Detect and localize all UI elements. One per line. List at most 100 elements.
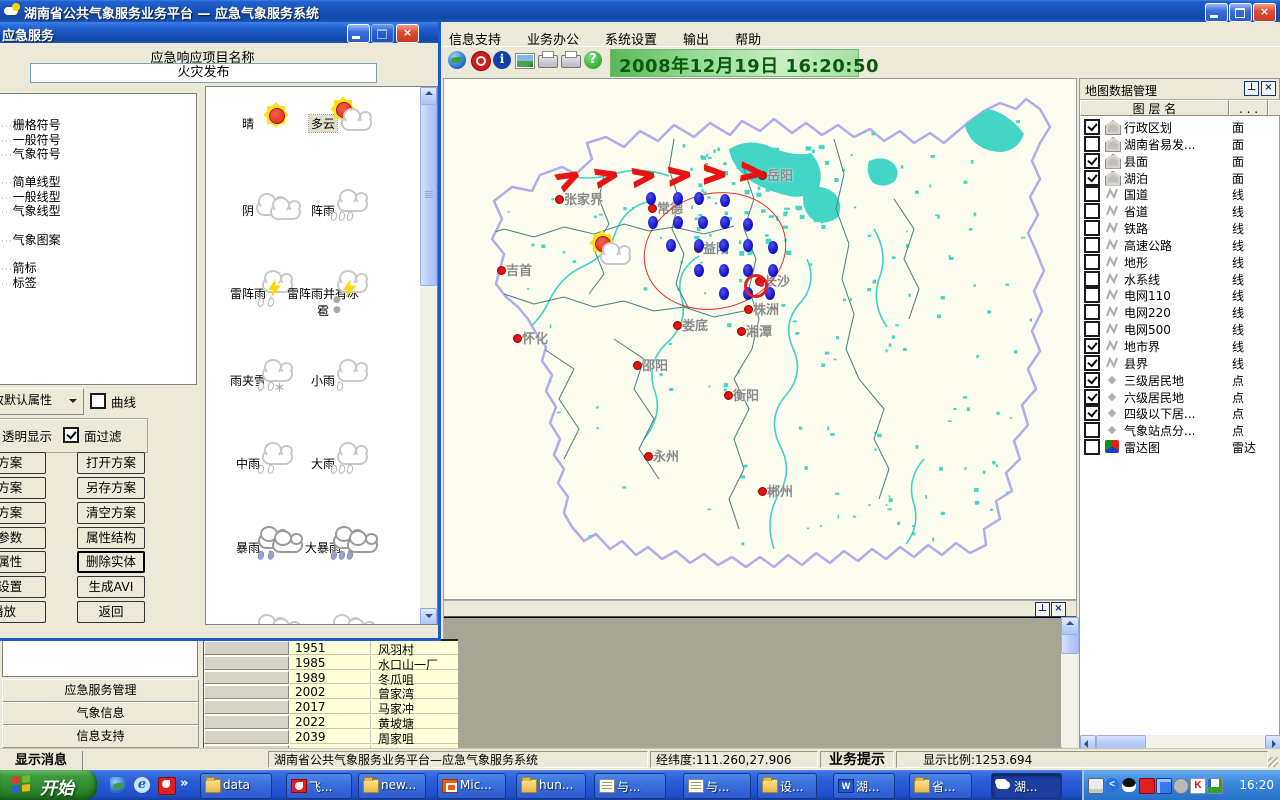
mute-icon[interactable]	[1173, 778, 1189, 794]
image-icon[interactable]	[515, 53, 535, 69]
dialog-button-属性结构[interactable]: 属性结构	[77, 527, 145, 549]
layer-row[interactable]: 县界线	[1080, 354, 1279, 371]
station-table[interactable]: 1951风羽村1985水口山一厂1989冬瓜咀2002曾家湾2017马家冲202…	[203, 639, 458, 748]
close-icon[interactable]: ×	[1261, 81, 1276, 96]
layer-checkbox[interactable]	[1084, 254, 1100, 270]
layer-row[interactable]: 水系线线	[1080, 270, 1279, 287]
layer-row[interactable]: 雷达图雷达	[1080, 438, 1279, 455]
pin-icon[interactable]: ⊥	[1244, 81, 1259, 96]
layer-row[interactable]: 行政区划面	[1080, 118, 1279, 135]
layer-row[interactable]: 电网500线	[1080, 320, 1279, 337]
layer-checkbox[interactable]	[1084, 237, 1100, 253]
printer2-icon[interactable]	[561, 55, 581, 68]
tree-node[interactable]: 号	[0, 104, 196, 118]
taskbar-task-8[interactable]: W湖...	[833, 773, 895, 799]
face-filter-row[interactable]: 面过滤	[63, 426, 122, 445]
layer-row[interactable]: ◆六级居民地点	[1080, 388, 1279, 405]
layer-checkbox[interactable]	[1084, 389, 1100, 405]
weather-symbol-list[interactable]: 晴多云阴阵雨雷阵雨● ●雷阵雨并有冰雹＊雨夹雪小雨中雨大雨暴雨大暴雨	[205, 86, 438, 625]
layer-checkbox[interactable]	[1084, 153, 1100, 169]
symbol-小雨[interactable]: 小雨	[281, 352, 365, 389]
show-message-tab[interactable]: 显示消息	[0, 751, 83, 770]
left-panel-button-0[interactable]: 应急服务管理	[2, 679, 199, 702]
pin-icon[interactable]: ⊥	[1035, 602, 1050, 617]
taskbar-task-0[interactable]: data	[200, 773, 272, 799]
start-button[interactable]: 开始	[0, 770, 97, 800]
face-filter-checkbox[interactable]	[63, 427, 79, 443]
tree-leaf[interactable]: ···简单线型	[0, 175, 196, 189]
transparent-label[interactable]: 透明显示	[2, 426, 52, 445]
printer-icon[interactable]	[538, 55, 558, 68]
fetion-icon[interactable]	[158, 777, 176, 795]
layer-checkbox[interactable]	[1084, 220, 1100, 236]
table-row[interactable]: 1951风羽村	[204, 641, 458, 656]
layer-checkbox[interactable]	[1084, 372, 1100, 388]
symbol-阴[interactable]: 阴	[206, 182, 290, 219]
layer-checkbox[interactable]	[1084, 203, 1100, 219]
globe-icon[interactable]	[448, 51, 466, 69]
table-row[interactable]: 2017马家冲	[204, 700, 458, 715]
layer-row[interactable]: 地形线	[1080, 253, 1279, 270]
taskbar-task-4[interactable]: hun...	[516, 773, 586, 799]
layer-row[interactable]: 湖南省易发...面	[1080, 135, 1279, 152]
layer-checkbox[interactable]	[1084, 422, 1100, 438]
restore-button[interactable]	[1229, 3, 1252, 22]
tree-node[interactable]: 案	[0, 218, 196, 232]
dialog-button-生成AVI[interactable]: 生成AVI	[77, 576, 145, 598]
symbol-scrollbar[interactable]	[420, 87, 437, 624]
chart-icon[interactable]	[1207, 778, 1223, 794]
qq-icon[interactable]	[1122, 778, 1136, 792]
dialog-button-改属性[interactable]: 改属性	[0, 551, 46, 573]
taskbar-task-6[interactable]: 与...	[683, 773, 751, 799]
dialog-close-button[interactable]: ×	[396, 24, 419, 43]
dialog-button-删除实体[interactable]: 删除实体	[77, 551, 145, 573]
layer-checkbox[interactable]	[1084, 136, 1100, 152]
layer-row[interactable]: 县面面	[1080, 152, 1279, 169]
tree-leaf[interactable]: ···气象图案	[0, 233, 196, 247]
layer-row[interactable]: 电网110线	[1080, 286, 1279, 303]
dialog-button-加方案[interactable]: 加方案	[0, 502, 46, 524]
curve-checkbox[interactable]	[90, 393, 106, 409]
layer-panel-hscrollbar[interactable]	[1080, 735, 1279, 748]
column-layer-name[interactable]: 图 层 名	[1080, 100, 1229, 116]
table-row[interactable]: 1989冬瓜咀	[204, 671, 458, 686]
taskbar-task-10[interactable]: 湖...	[991, 773, 1062, 799]
layer-checkbox[interactable]	[1084, 119, 1100, 135]
tree-leaf[interactable]: ···标签	[0, 276, 196, 290]
symbol-雷阵雨[interactable]: 雷阵雨	[206, 265, 290, 302]
language-icon[interactable]: <	[1105, 778, 1119, 792]
layer-checkbox[interactable]	[1084, 405, 1100, 421]
dialog-button-建方案[interactable]: 建方案	[0, 452, 46, 474]
dialog-maximize-button[interactable]	[371, 24, 394, 43]
tree-leaf[interactable]: ···气象符号	[0, 147, 196, 161]
layer-row[interactable]: 电网220线	[1080, 303, 1279, 320]
left-panel-button-2[interactable]: 信息支持	[2, 725, 199, 748]
help-icon[interactable]: ?	[584, 51, 602, 69]
layer-checkbox[interactable]	[1084, 186, 1100, 202]
dialog-button-播放[interactable]: 播放	[0, 601, 46, 623]
symbol-阵雨[interactable]: 阵雨	[281, 182, 365, 219]
column-more[interactable]: . . .	[1229, 100, 1268, 116]
tree-node[interactable]: 型	[0, 161, 196, 175]
fetion-icon[interactable]	[1139, 778, 1155, 794]
taskbar-task-1[interactable]: 飞...	[286, 773, 352, 799]
taskbar-task-3[interactable]: Mic...	[437, 773, 506, 799]
tree-node[interactable]: 他	[0, 247, 196, 261]
taskbar-task-9[interactable]: 省...	[909, 773, 972, 799]
layer-checkbox[interactable]	[1084, 321, 1100, 337]
tree-leaf[interactable]: ···气象线型	[0, 204, 196, 218]
dialog-button-存方案[interactable]: 存方案	[0, 477, 46, 499]
table-row[interactable]: 2039周家咀	[204, 730, 458, 745]
bottom-panel-scrollbar[interactable]	[1061, 617, 1077, 747]
symbol-大雨[interactable]: 大雨	[281, 435, 365, 472]
dialog-button-改参数[interactable]: 改参数	[0, 527, 46, 549]
dialog-button-返回[interactable]: 返回	[77, 601, 145, 623]
layer-checkbox[interactable]	[1084, 271, 1100, 287]
table-row[interactable]: 2002曾家湾	[204, 685, 458, 700]
info-icon[interactable]: i	[493, 51, 511, 69]
layer-row[interactable]: 国道线	[1080, 185, 1279, 202]
curve-checkbox-row[interactable]: 曲线	[90, 392, 136, 411]
default-attr-dropdown[interactable]: 改默认属性	[0, 388, 84, 415]
symbol-暴雨[interactable]: 暴雨	[206, 519, 290, 556]
layer-row[interactable]: 湖泊面	[1080, 169, 1279, 186]
